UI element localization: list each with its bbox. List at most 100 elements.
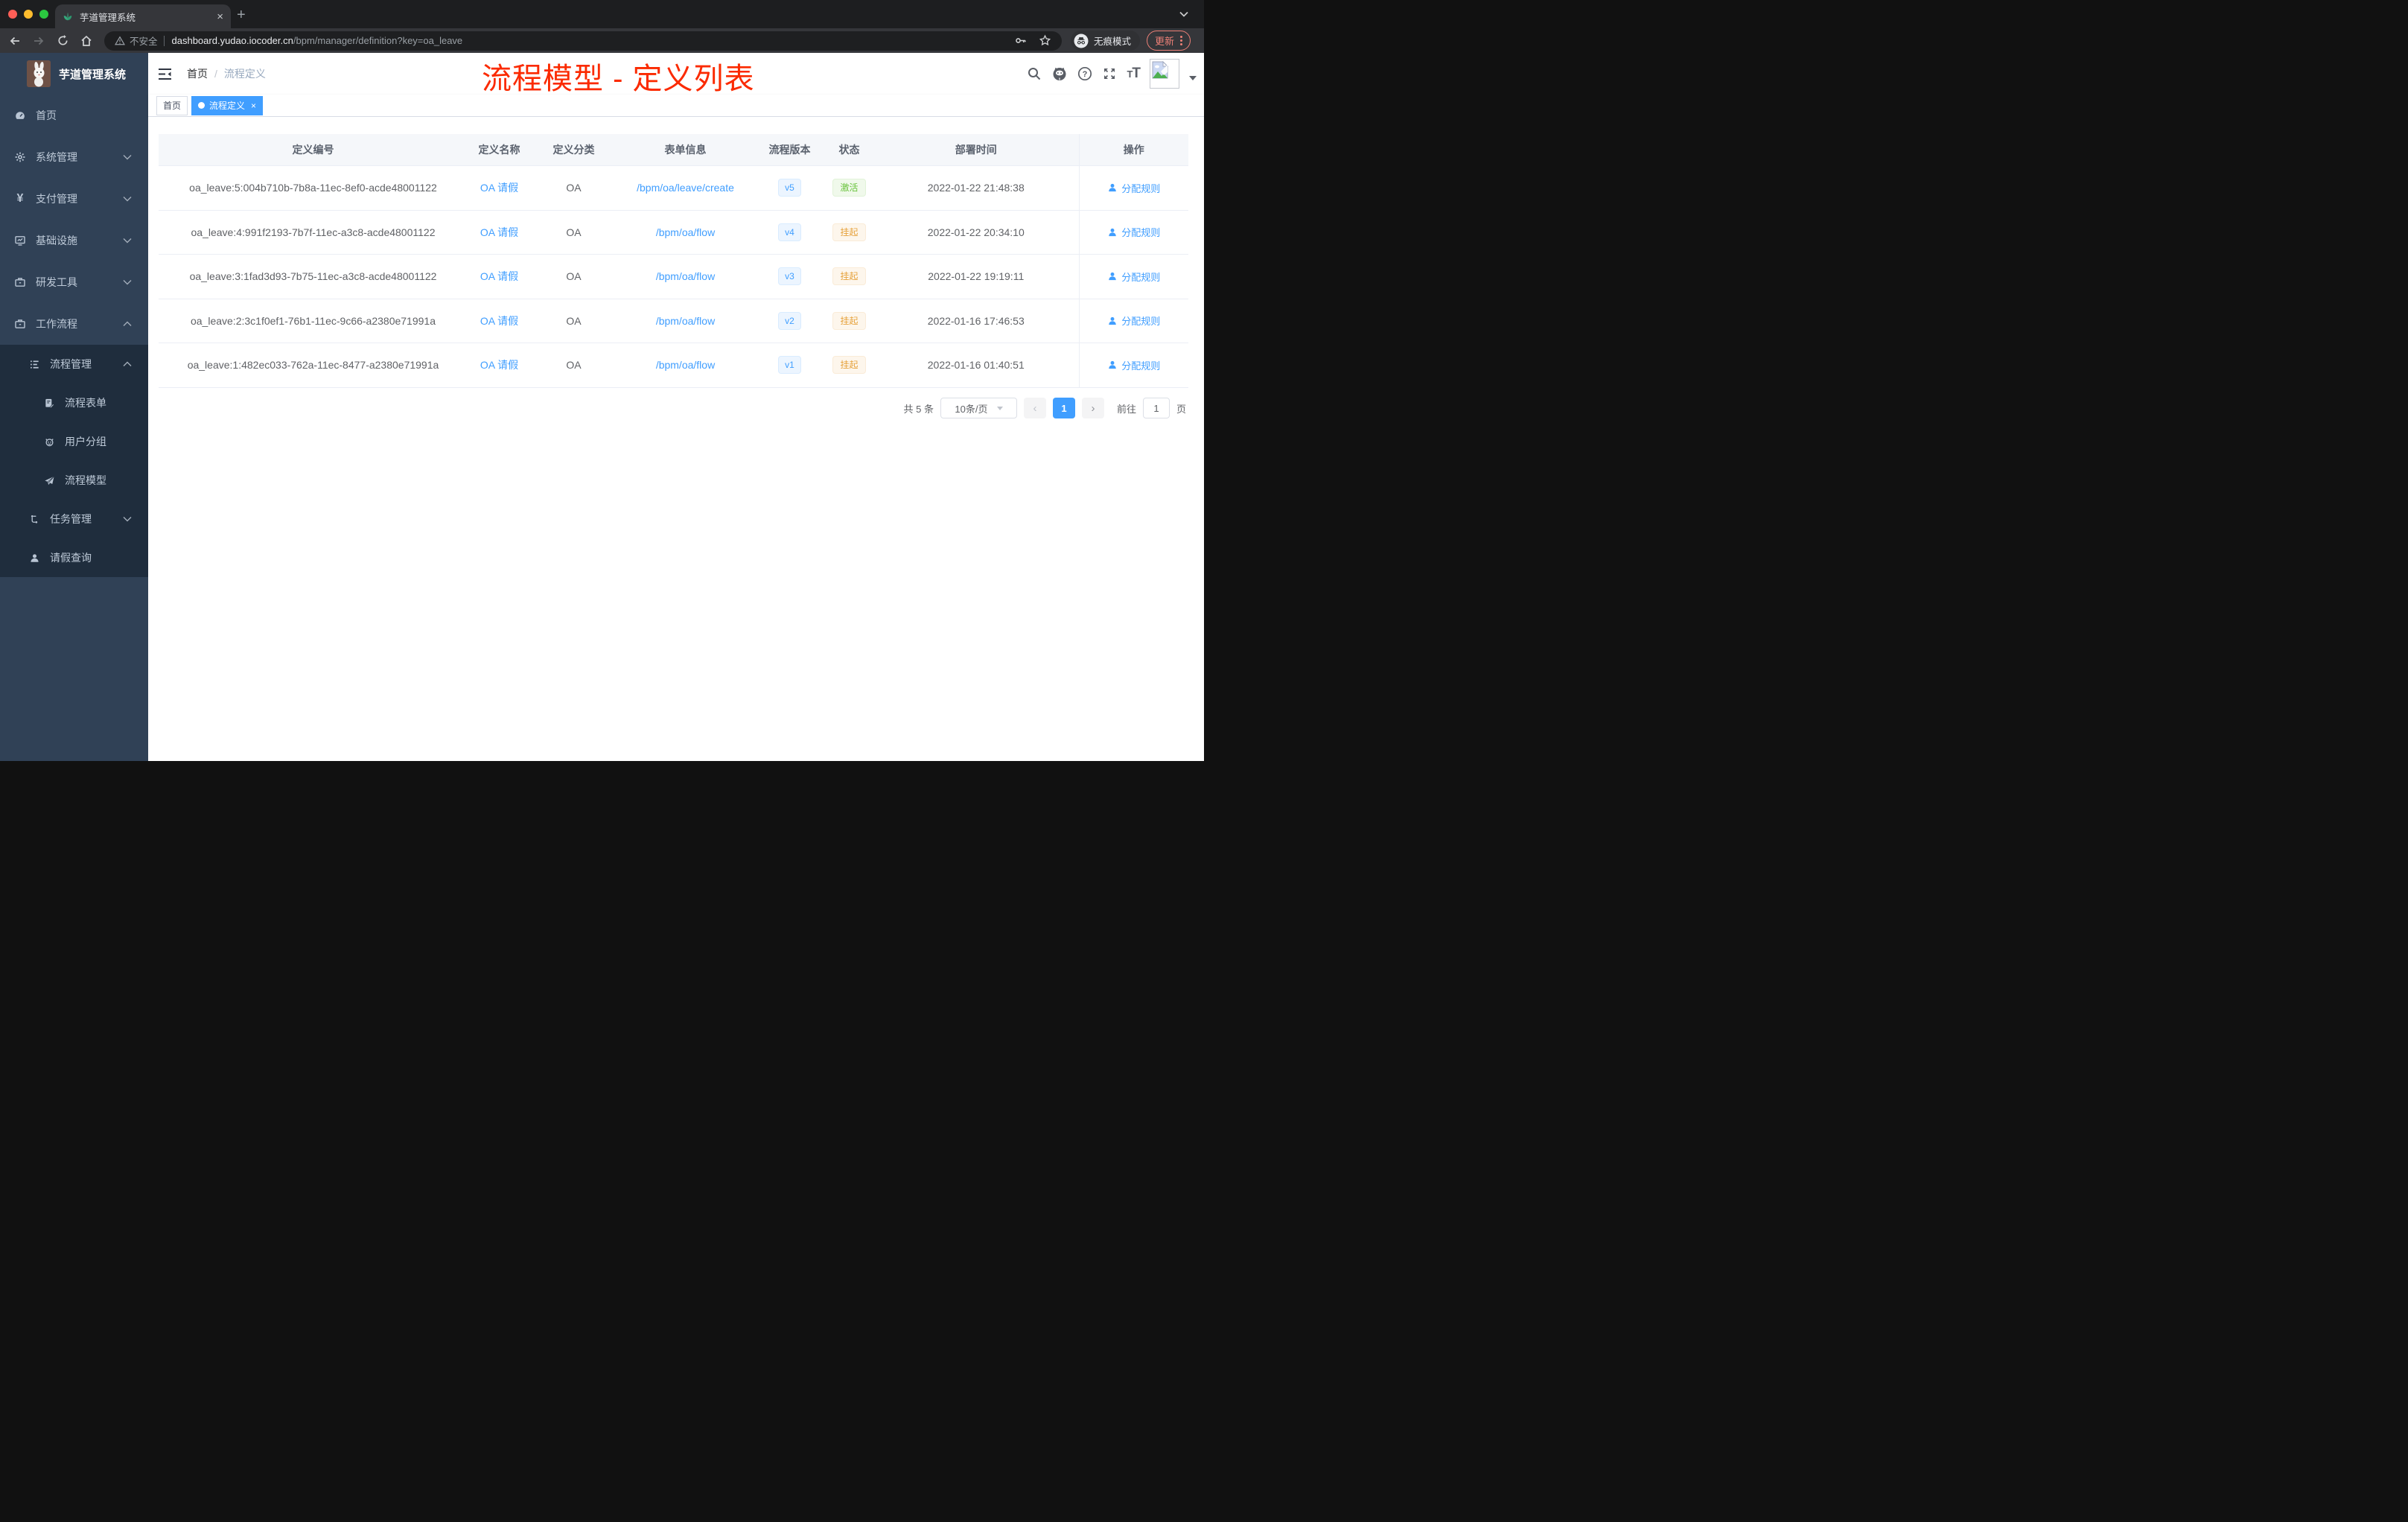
table-row: oa_leave:1:482ec033-762a-11ec-8477-a2380… [159,343,1188,388]
url-bar[interactable]: 不安全 dashboard.yudao.iocoder.cn/bpm/manag… [104,31,1062,51]
table-header-row: 定义编号 定义名称 定义分类 表单信息 流程版本 状态 部署时间 操作 [159,134,1188,166]
chevron-down-icon [123,517,132,522]
sidebar-item-label: 用户分组 [65,436,106,448]
incognito-icon [1074,34,1089,48]
password-key-icon[interactable] [1014,34,1027,47]
briefcase-icon [14,318,26,330]
definition-id: oa_leave:4:991f2193-7b7f-11ec-a3c8-acde4… [159,210,468,255]
maximize-window-button[interactable] [39,10,48,19]
forward-button[interactable] [27,34,51,48]
page-size-select[interactable]: 10条/页 [940,398,1017,418]
sidebar-item-task-management[interactable]: 任务管理 [0,500,148,538]
sidebar-logo[interactable]: 芋道管理系统 [0,53,148,95]
browser-menu-icon[interactable] [1180,36,1183,45]
sidebar-item-process-model[interactable]: 流程模型 [0,461,148,500]
page-number-1[interactable]: 1 [1052,398,1075,418]
prev-page-button[interactable]: ‹ [1023,398,1046,418]
sidebar-item-payment[interactable]: ¥ 支付管理 [0,178,148,220]
definition-category: OA [531,343,617,388]
sidebar-item-infrastructure[interactable]: 基础设施 [0,220,148,261]
version-badge: v3 [778,267,801,286]
assign-rule-link[interactable]: 分配规则 [1107,313,1160,328]
user-icon [1109,316,1117,325]
form-link[interactable]: /bpm/oa/flow [656,270,715,282]
select-caret-icon [996,406,1003,410]
col-definition-name: 定义名称 [468,134,531,166]
tag-close-icon[interactable]: × [251,101,256,111]
broken-image-icon [1152,61,1168,79]
font-size-icon[interactable]: TT [1127,66,1141,82]
logo-avatar [27,60,51,87]
version-badge: v5 [778,179,801,197]
sidebar-item-label: 研发工具 [36,276,77,288]
home-button[interactable] [74,34,98,48]
app-header: 首页 / 流程定义 流程模型 - 定义列表 ? TT [148,53,1204,95]
assign-rule-link[interactable]: 分配规则 [1107,225,1160,239]
security-label[interactable]: 不安全 [130,34,158,48]
sidebar-item-leave-query[interactable]: 请假查询 [0,538,148,577]
help-icon[interactable]: ? [1077,66,1092,81]
screen: 芋道管理系统 × + 不安全 dashboard.yudao.iocoder.c… [0,0,1204,761]
tab-close-icon[interactable]: × [217,11,223,22]
sidebar-item-process-management[interactable]: 流程管理 [0,345,148,383]
form-link[interactable]: /bpm/oa/flow [656,359,715,371]
form-link[interactable]: /bpm/oa/flow [656,226,715,238]
col-definition-id: 定义编号 [159,134,468,166]
definition-name-link[interactable]: OA 请假 [480,182,518,194]
tab-search-chevron-icon[interactable] [1179,10,1189,19]
status-badge: 挂起 [832,311,866,330]
form-link[interactable]: /bpm/oa/flow [656,315,715,327]
minimize-window-button[interactable] [24,10,33,19]
browser-tab[interactable]: 芋道管理系统 × [55,4,231,28]
form-link[interactable]: /bpm/oa/leave/create [637,182,734,194]
back-button[interactable] [3,34,27,48]
sidebar-item-home[interactable]: 首页 [0,95,148,136]
sidebar-item-dev-tools[interactable]: 研发工具 [0,261,148,303]
status-badge: 挂起 [832,267,866,286]
version-badge: v1 [778,356,801,375]
update-button[interactable]: 更新 [1147,31,1191,51]
definition-name-link[interactable]: OA 请假 [480,359,518,371]
search-icon[interactable] [1027,66,1042,81]
tag-home[interactable]: 首页 [156,95,188,115]
dashboard-icon [14,109,26,121]
fullscreen-icon[interactable] [1102,66,1117,81]
chevron-down-icon [123,238,132,243]
definition-name-link[interactable]: OA 请假 [480,315,518,327]
avatar-dropdown-caret-icon[interactable] [1189,76,1197,80]
sidebar-item-label: 任务管理 [50,513,92,525]
sidebar-item-workflow[interactable]: 工作流程 [0,303,148,345]
goto-page-input[interactable] [1142,398,1170,418]
table-row: oa_leave:4:991f2193-7b7f-11ec-a3c8-acde4… [159,210,1188,255]
col-status: 状态 [825,134,873,166]
avatar[interactable] [1150,59,1179,89]
new-tab-button[interactable]: + [237,7,246,24]
chevron-down-icon [123,197,132,202]
github-icon[interactable] [1051,66,1068,82]
version-badge: v4 [778,223,801,241]
sidebar-item-label: 流程管理 [50,358,92,370]
sidebar-item-process-form[interactable]: 流程表单 [0,383,148,422]
sidebar-item-system[interactable]: 系统管理 [0,136,148,178]
reload-button[interactable] [51,34,74,47]
breadcrumb: 首页 / 流程定义 [187,66,266,81]
assign-rule-link[interactable]: 分配规则 [1107,181,1160,195]
definition-name-link[interactable]: OA 请假 [480,226,518,238]
close-window-button[interactable] [8,10,17,19]
assign-rule-link[interactable]: 分配规则 [1107,358,1160,372]
next-page-button[interactable]: › [1081,398,1104,418]
definition-name-link[interactable]: OA 请假 [480,270,518,282]
bookmark-star-icon[interactable] [1039,34,1051,47]
assign-rule-link[interactable]: 分配规则 [1107,270,1160,284]
yen-icon: ¥ [16,192,24,205]
browser-tab-strip: 芋道管理系统 × + [0,0,1204,28]
user-icon [28,553,40,564]
gear-icon [14,151,26,163]
sidebar: 芋道管理系统 首页 系统管理 ¥ 支付管理 基础设施 研发工具 工作流程 流程管… [0,53,148,761]
breadcrumb-home[interactable]: 首页 [187,66,208,81]
tag-process-definition[interactable]: 流程定义 × [191,95,264,115]
sidebar-collapse-icon[interactable] [158,68,172,80]
sidebar-item-user-group[interactable]: 用户分组 [0,422,148,461]
col-definition-category: 定义分类 [531,134,617,166]
total-count: 共 5 条 [903,403,934,415]
